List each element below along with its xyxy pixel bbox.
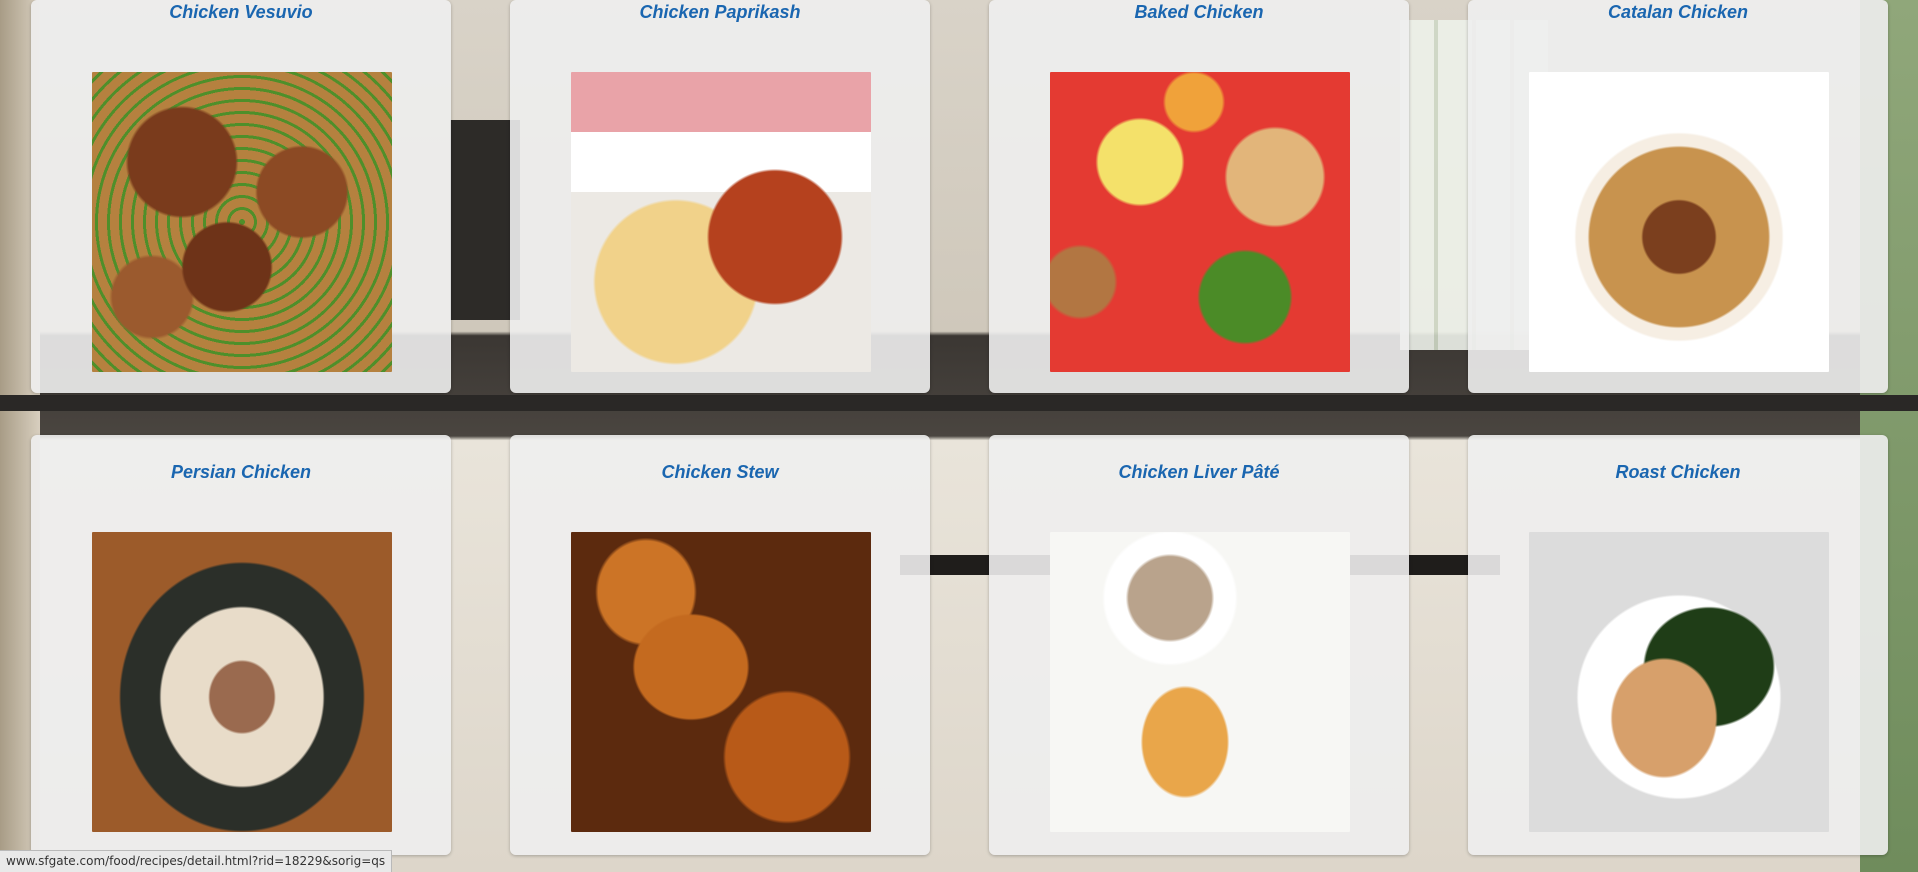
- recipe-title[interactable]: Chicken Paprikash: [510, 2, 930, 23]
- recipe-card-baked-chicken[interactable]: Baked Chicken: [989, 0, 1409, 393]
- status-bar-url: www.sfgate.com/food/recipes/detail.html?…: [0, 850, 393, 872]
- recipe-card-chicken-stew[interactable]: Chicken Stew: [510, 435, 930, 855]
- recipe-title[interactable]: Catalan Chicken: [1468, 2, 1888, 23]
- recipe-photo[interactable]: [1529, 72, 1829, 372]
- recipe-card-roast-chicken[interactable]: Roast Chicken: [1468, 435, 1888, 855]
- recipe-photo[interactable]: [1050, 532, 1350, 832]
- recipe-title[interactable]: Chicken Liver Pâté: [989, 462, 1409, 483]
- recipe-photo[interactable]: [92, 72, 392, 372]
- recipe-photo[interactable]: [571, 72, 871, 372]
- recipe-title[interactable]: Persian Chicken: [31, 462, 451, 483]
- recipe-title[interactable]: Roast Chicken: [1468, 462, 1888, 483]
- recipe-photo[interactable]: [92, 532, 392, 832]
- recipe-photo[interactable]: [571, 532, 871, 832]
- recipe-photo[interactable]: [1050, 72, 1350, 372]
- recipe-card-chicken-vesuvio[interactable]: Chicken Vesuvio: [31, 0, 451, 393]
- recipe-title[interactable]: Chicken Stew: [510, 462, 930, 483]
- recipe-card-chicken-paprikash[interactable]: Chicken Paprikash: [510, 0, 930, 393]
- recipe-card-persian-chicken[interactable]: Persian Chicken: [31, 435, 451, 855]
- recipe-card-chicken-liver-pate[interactable]: Chicken Liver Pâté: [989, 435, 1409, 855]
- recipe-photo[interactable]: [1529, 532, 1829, 832]
- recipe-title[interactable]: Chicken Vesuvio: [31, 2, 451, 23]
- recipe-title[interactable]: Baked Chicken: [989, 2, 1409, 23]
- recipe-card-catalan-chicken[interactable]: Catalan Chicken: [1468, 0, 1888, 393]
